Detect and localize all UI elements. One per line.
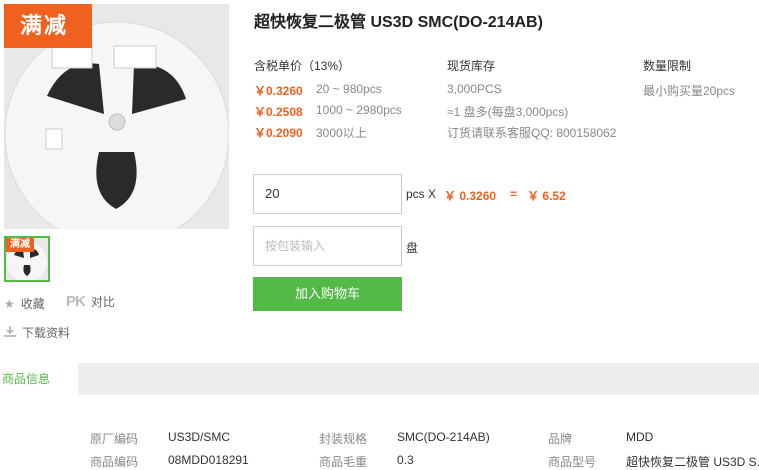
price-tier-1: ￥0.3260 20 ~ 980pcs: [254, 82, 382, 99]
calc-total: ￥ 6.52: [527, 189, 566, 203]
promo-badge: 满减: [4, 4, 92, 48]
spec-label: 商品型号: [548, 455, 597, 469]
quantity-input[interactable]: 20: [253, 174, 402, 214]
tier-range: 20 ~ 980pcs: [316, 82, 382, 96]
favorite-button[interactable]: ★ 收藏: [4, 295, 45, 312]
stock-contact: 订货请联系客服QQ: 800158062: [447, 126, 617, 140]
price-header: 含税单价（13%）: [254, 59, 351, 73]
spec-label: 商品毛重: [319, 455, 368, 469]
tier-price: ￥0.2090: [254, 126, 303, 140]
download-label: 下载资料: [22, 326, 71, 340]
product-title: 超快恢复二极管 US3D SMC(DO-214AB): [254, 14, 543, 31]
download-icon: [4, 325, 16, 340]
spec-value: 0.3: [397, 453, 414, 467]
thumbnail-promo-badge: 满减: [6, 238, 34, 252]
spec-label: 封装规格: [319, 432, 368, 446]
calc-equals: =: [510, 187, 518, 201]
price-calculation: pcs X ￥ 0.3260 = ￥ 6.52: [406, 187, 566, 204]
tier-price: ￥0.3260: [254, 84, 303, 98]
stock-header: 现货库存: [447, 59, 496, 73]
product-main-image: 满减: [4, 4, 229, 229]
star-icon: ★: [4, 296, 15, 311]
min-order: 最小购买量20pcs: [643, 84, 736, 98]
download-button[interactable]: 下载资料: [4, 324, 70, 341]
favorite-label: 收藏: [20, 297, 45, 311]
tier-price: ￥0.2508: [254, 105, 303, 119]
calc-unit-price: ￥ 0.3260: [444, 189, 497, 203]
spec-label: 商品编码: [90, 455, 139, 469]
add-to-cart-button[interactable]: 加入购物车: [253, 277, 402, 311]
tab-product-info[interactable]: 商品信息: [0, 363, 78, 395]
spec-value: MDD: [626, 430, 654, 444]
spec-value: 超快恢复二极管 US3D S...: [626, 455, 759, 469]
stock-quantity: 3,000PCS: [447, 82, 502, 96]
tier-range: 3000以上: [316, 126, 367, 140]
product-thumbnail[interactable]: 满减: [4, 236, 50, 282]
price-tier-2: ￥0.2508 1000 ~ 2980pcs: [254, 103, 402, 120]
pack-quantity-input[interactable]: 按包装输入: [253, 226, 402, 266]
compare-icon: PK: [66, 293, 86, 310]
price-tier-3: ￥0.2090 3000以上: [254, 124, 367, 141]
compare-label: 对比: [90, 295, 115, 309]
detail-tab-bar: 商品信息: [0, 363, 759, 395]
compare-button[interactable]: PK 对比: [66, 293, 115, 310]
limit-header: 数量限制: [643, 59, 692, 73]
spec-value: 08MDD018291: [168, 453, 249, 467]
spec-label: 品牌: [548, 432, 573, 446]
stock-reels: ≈1 盘多(每盘3,000pcs): [447, 105, 569, 119]
qty-unit: pcs X: [406, 187, 437, 201]
pack-unit-label: 盘: [406, 241, 419, 255]
spec-label: 原厂编码: [90, 432, 139, 446]
spec-value: SMC(DO-214AB): [397, 430, 490, 444]
spec-value: US3D/SMC: [168, 430, 231, 444]
tier-range: 1000 ~ 2980pcs: [316, 103, 402, 117]
